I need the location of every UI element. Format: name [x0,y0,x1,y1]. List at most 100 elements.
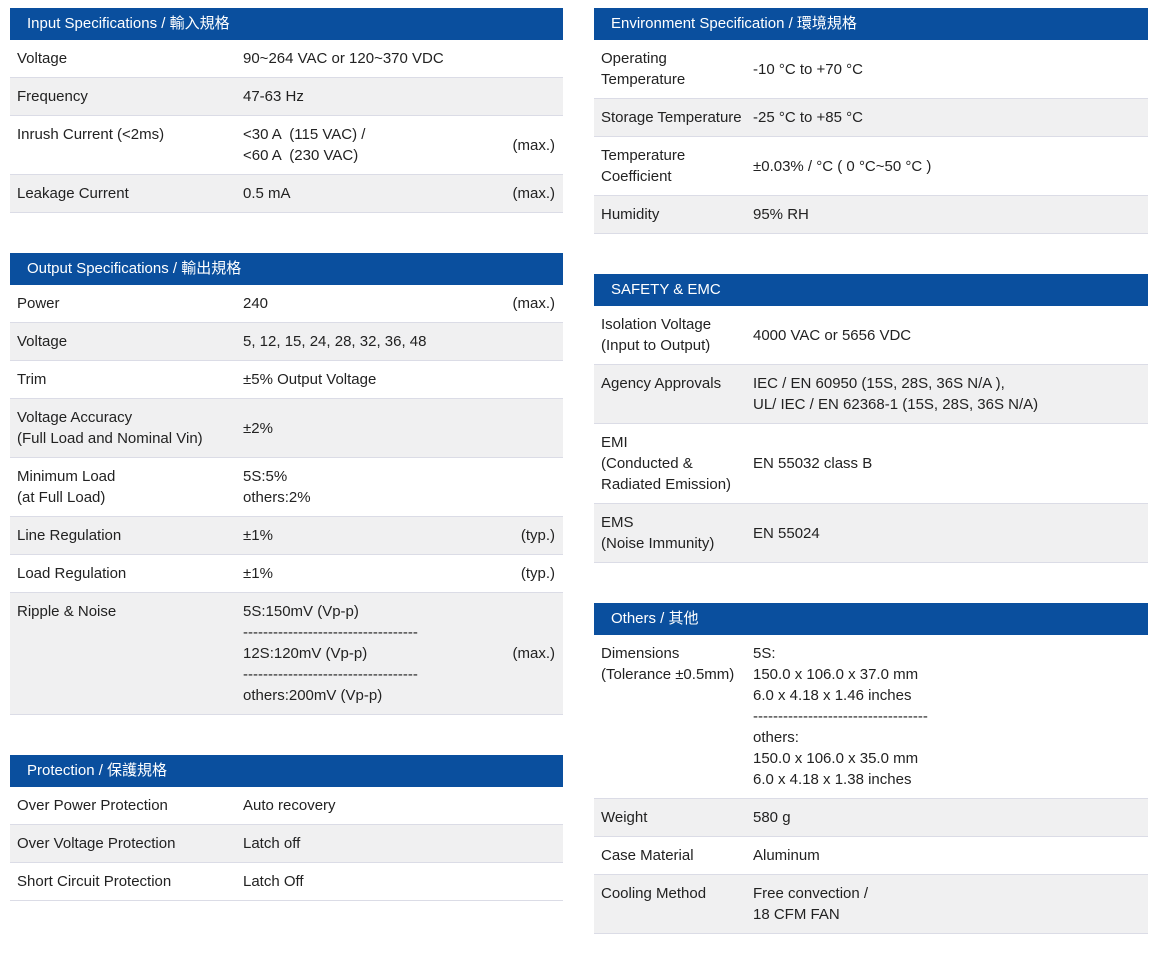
spec-note: (max.) [497,183,555,204]
spec-label: Leakage Current [17,183,243,204]
spec-value: ±1% [243,563,497,584]
protection-table: Protection / 保護規格 Over Power Protection … [10,755,563,901]
spec-value: 580 g [753,807,1140,828]
left-column: Input Specifications / 輸入規格 Voltage 90~2… [10,8,563,967]
others-table: Others / 其他 Dimensions (Tolerance ±0.5mm… [594,603,1148,934]
row-humidity: Humidity 95% RH [594,196,1148,234]
row-dimensions: Dimensions (Tolerance ±0.5mm) 5S: 150.0 … [594,635,1148,799]
others-body: Dimensions (Tolerance ±0.5mm) 5S: 150.0 … [594,635,1148,934]
spec-value: 0.5 mA [243,183,497,204]
row-temperature-coefficient: Temperature Coefficient ±0.03% / °C ( 0 … [594,137,1148,196]
row-agency-approvals: Agency Approvals IEC / EN 60950 (15S, 28… [594,365,1148,424]
row-line-regulation: Line Regulation ±1% (typ.) [10,517,563,555]
spec-label: Minimum Load (at Full Load) [17,466,243,508]
safety-emc-table: SAFETY & EMC Isolation Voltage (Input to… [594,274,1148,563]
spec-value: ±5% Output Voltage [243,369,497,390]
spec-note: (max.) [497,135,555,156]
environment-specification-body: Operating Temperature -10 °C to +70 °C S… [594,40,1148,234]
spec-value: -10 °C to +70 °C [753,59,1140,80]
spec-label: Storage Temperature [601,107,753,128]
row-load-regulation: Load Regulation ±1% (typ.) [10,555,563,593]
row-isolation-voltage: Isolation Voltage (Input to Output) 4000… [594,306,1148,365]
input-specifications-table: Input Specifications / 輸入規格 Voltage 90~2… [10,8,563,213]
spec-label: Dimensions (Tolerance ±0.5mm) [601,643,753,685]
spec-note: (max.) [497,293,555,314]
protection-body: Over Power Protection Auto recovery Over… [10,787,563,901]
spec-value: EN 55024 [753,523,1140,544]
spec-note: (typ.) [497,563,555,584]
safety-emc-header: SAFETY & EMC [594,274,1148,306]
row-voltage-accuracy: Voltage Accuracy (Full Load and Nominal … [10,399,563,458]
right-column: Environment Specification / 環境規格 Operati… [594,8,1148,967]
input-specifications-header: Input Specifications / 輸入規格 [10,8,563,40]
spec-label: Cooling Method [601,883,753,904]
spec-label: Agency Approvals [601,373,753,394]
row-voltage: Voltage 90~264 VAC or 120~370 VDC [10,40,563,78]
row-storage-temperature: Storage Temperature -25 °C to +85 °C [594,99,1148,137]
spec-value: ±0.03% / °C ( 0 °C~50 °C ) [753,156,1140,177]
spec-value: Latch Off [243,871,497,892]
row-over-power-protection: Over Power Protection Auto recovery [10,787,563,825]
spec-sheet: Input Specifications / 輸入規格 Voltage 90~2… [0,0,1161,967]
row-minimum-load: Minimum Load (at Full Load) 5S:5% others… [10,458,563,517]
spec-label: Weight [601,807,753,828]
row-ems: EMS (Noise Immunity) EN 55024 [594,504,1148,563]
spec-label: EMI (Conducted & Radiated Emission) [601,432,753,495]
spec-value: Free convection / 18 CFM FAN [753,883,1140,925]
spec-value: EN 55032 class B [753,453,1140,474]
row-trim: Trim ±5% Output Voltage [10,361,563,399]
spec-label: EMS (Noise Immunity) [601,512,753,554]
others-header: Others / 其他 [594,603,1148,635]
row-ripple-noise: Ripple & Noise 5S:150mV (Vp-p) ---------… [10,593,563,715]
spec-label: Short Circuit Protection [17,871,243,892]
spec-value: IEC / EN 60950 (15S, 28S, 36S N/A ), UL/… [753,373,1140,415]
spec-label: Power [17,293,243,314]
spec-value: ±1% [243,525,497,546]
spec-label: Ripple & Noise [17,601,243,622]
spec-value: 90~264 VAC or 120~370 VDC [243,48,497,69]
spec-label: Frequency [17,86,243,107]
protection-header: Protection / 保護規格 [10,755,563,787]
spec-value: 4000 VAC or 5656 VDC [753,325,1140,346]
row-short-circuit-protection: Short Circuit Protection Latch Off [10,863,563,901]
spec-value: -25 °C to +85 °C [753,107,1140,128]
spec-label: Over Power Protection [17,795,243,816]
spec-label: Operating Temperature [601,48,753,90]
row-weight: Weight 580 g [594,799,1148,837]
spec-label: Voltage Accuracy (Full Load and Nominal … [17,407,243,449]
row-power: Power 240 (max.) [10,285,563,323]
spec-value: Auto recovery [243,795,497,816]
spec-value: ±2% [243,418,497,439]
spec-value: <30 A (115 VAC) / <60 A (230 VAC) [243,124,497,166]
spec-value: 240 [243,293,497,314]
spec-value: Aluminum [753,845,1140,866]
spec-label: Isolation Voltage (Input to Output) [601,314,753,356]
row-emi: EMI (Conducted & Radiated Emission) EN 5… [594,424,1148,504]
spec-note: (max.) [497,643,555,664]
output-specifications-body: Power 240 (max.) Voltage 5, 12, 15, 24, … [10,285,563,715]
spec-value: 47-63 Hz [243,86,497,107]
output-specifications-header: Output Specifications / 輸出規格 [10,253,563,285]
row-case-material: Case Material Aluminum [594,837,1148,875]
row-output-voltage: Voltage 5, 12, 15, 24, 28, 32, 36, 48 [10,323,563,361]
spec-label: Load Regulation [17,563,243,584]
row-cooling-method: Cooling Method Free convection / 18 CFM … [594,875,1148,934]
environment-specification-header: Environment Specification / 環境規格 [594,8,1148,40]
spec-label: Trim [17,369,243,390]
row-operating-temperature: Operating Temperature -10 °C to +70 °C [594,40,1148,99]
output-specifications-table: Output Specifications / 輸出規格 Power 240 (… [10,253,563,715]
spec-note: (typ.) [497,525,555,546]
spec-value: 95% RH [753,204,1140,225]
spec-label: Voltage [17,331,243,352]
input-specifications-body: Voltage 90~264 VAC or 120~370 VDC Freque… [10,40,563,213]
spec-label: Temperature Coefficient [601,145,753,187]
row-leakage-current: Leakage Current 0.5 mA (max.) [10,175,563,213]
spec-value: 5S:5% others:2% [243,466,497,508]
spec-label: Voltage [17,48,243,69]
row-over-voltage-protection: Over Voltage Protection Latch off [10,825,563,863]
spec-value: 5, 12, 15, 24, 28, 32, 36, 48 [243,331,497,352]
spec-label: Inrush Current (<2ms) [17,124,243,145]
row-inrush-current: Inrush Current (<2ms) <30 A (115 VAC) / … [10,116,563,175]
spec-label: Over Voltage Protection [17,833,243,854]
spec-label: Humidity [601,204,753,225]
